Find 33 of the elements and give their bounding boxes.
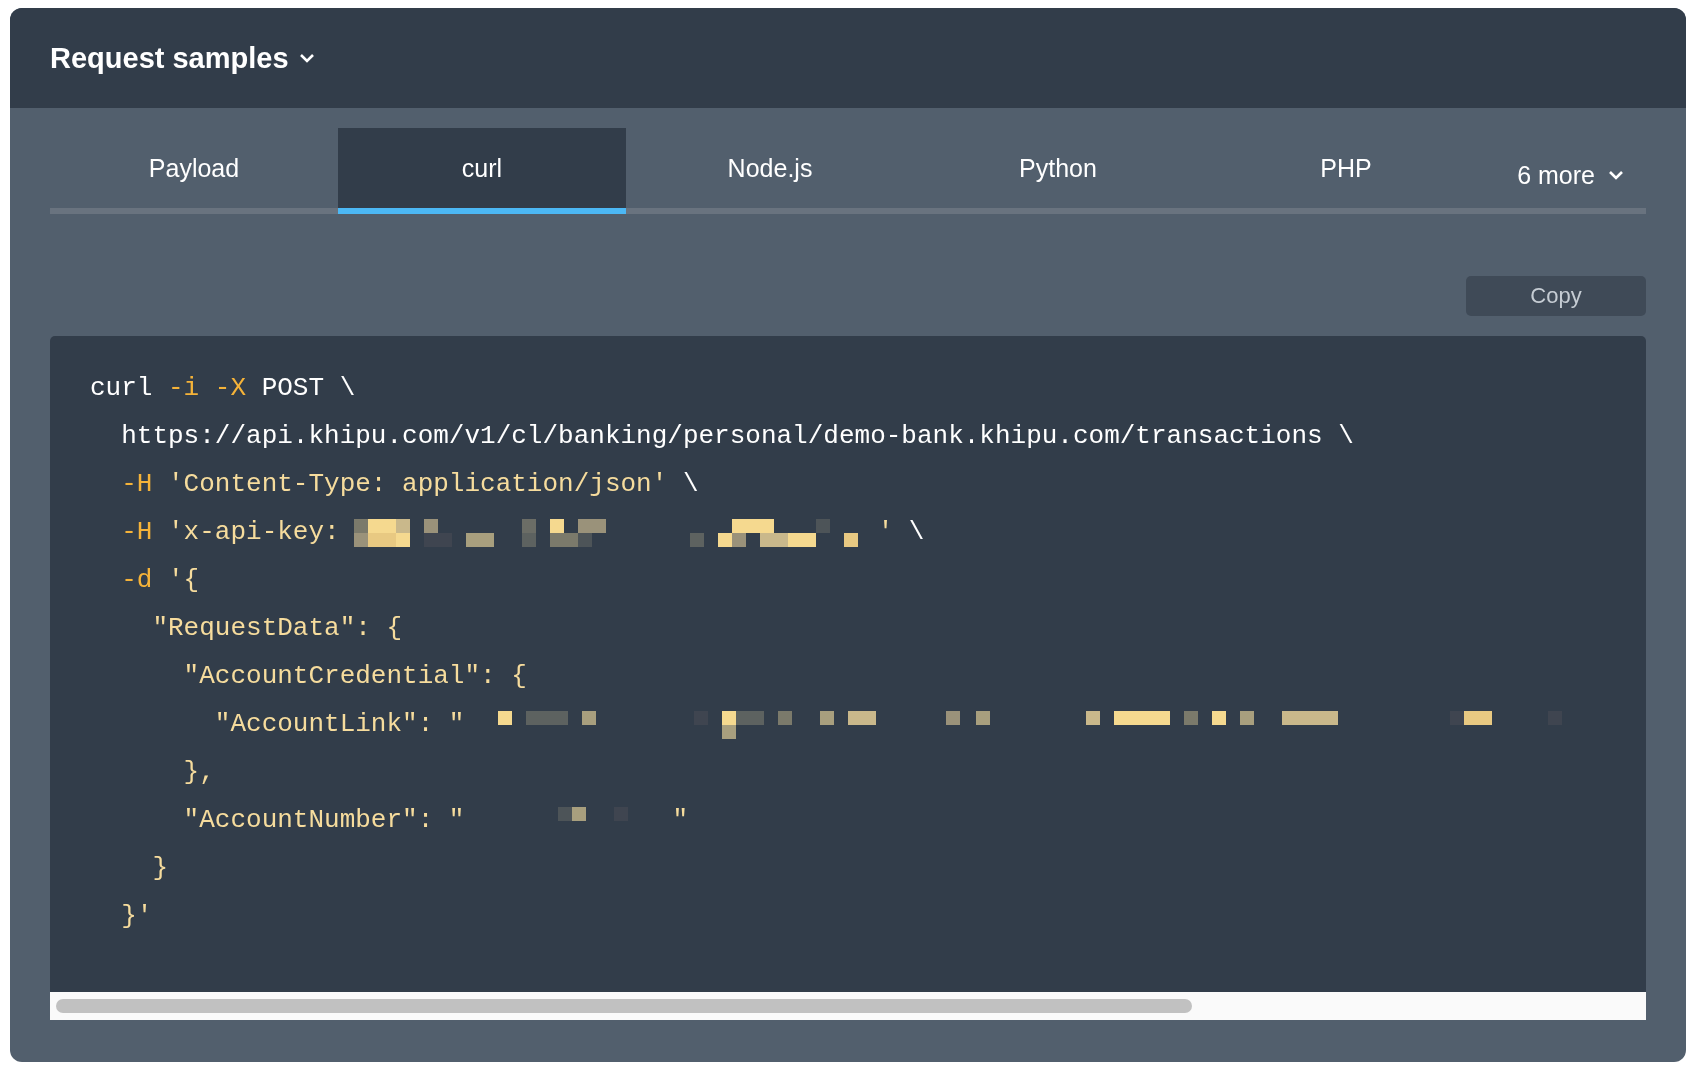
code-text: 'Content-Type: application/json'	[168, 469, 668, 499]
copy-button[interactable]: Copy	[1466, 276, 1646, 316]
section-title[interactable]: Request samples	[50, 41, 315, 75]
scrollbar-thumb[interactable]	[56, 999, 1192, 1013]
code-text: "AccountNumber": "	[182, 805, 465, 835]
code-text: "AccountCredential": {	[182, 661, 527, 691]
code-text: "RequestData": {	[151, 613, 403, 643]
code-text: curl	[90, 373, 154, 403]
code-text: \	[907, 517, 925, 547]
tab[interactable]: curl	[338, 128, 626, 214]
code-text: -d	[120, 565, 154, 595]
more-tab[interactable]: 6 more	[1490, 128, 1645, 214]
tab[interactable]: Python	[914, 128, 1202, 214]
code-text: "	[672, 805, 689, 835]
tab[interactable]: PHP	[1202, 128, 1490, 214]
code-text: -H	[120, 469, 154, 499]
tab[interactable]: Node.js	[626, 128, 914, 214]
code-text: }	[151, 853, 168, 883]
tab[interactable]: Payload	[50, 128, 338, 214]
code-text: },	[182, 757, 215, 787]
chevron-down-icon	[298, 53, 315, 63]
code-text: }'	[120, 901, 153, 931]
code-text: \	[681, 469, 699, 499]
code-text: -i -X	[168, 373, 247, 403]
code-text: "AccountLink": "	[213, 709, 465, 739]
chevron-down-icon	[1607, 170, 1625, 180]
code-text: POST \	[260, 373, 356, 403]
redaction-drawing	[558, 807, 629, 821]
code-text: 'x-api-key:	[168, 517, 340, 547]
code-text: '	[877, 517, 894, 547]
code-text: https://api.khipu.com/v1/cl/banking/personal/demo-bank.khipu.com/transactions \	[120, 421, 1354, 451]
code-text: -H	[120, 517, 154, 547]
code-text: '{	[168, 565, 200, 595]
